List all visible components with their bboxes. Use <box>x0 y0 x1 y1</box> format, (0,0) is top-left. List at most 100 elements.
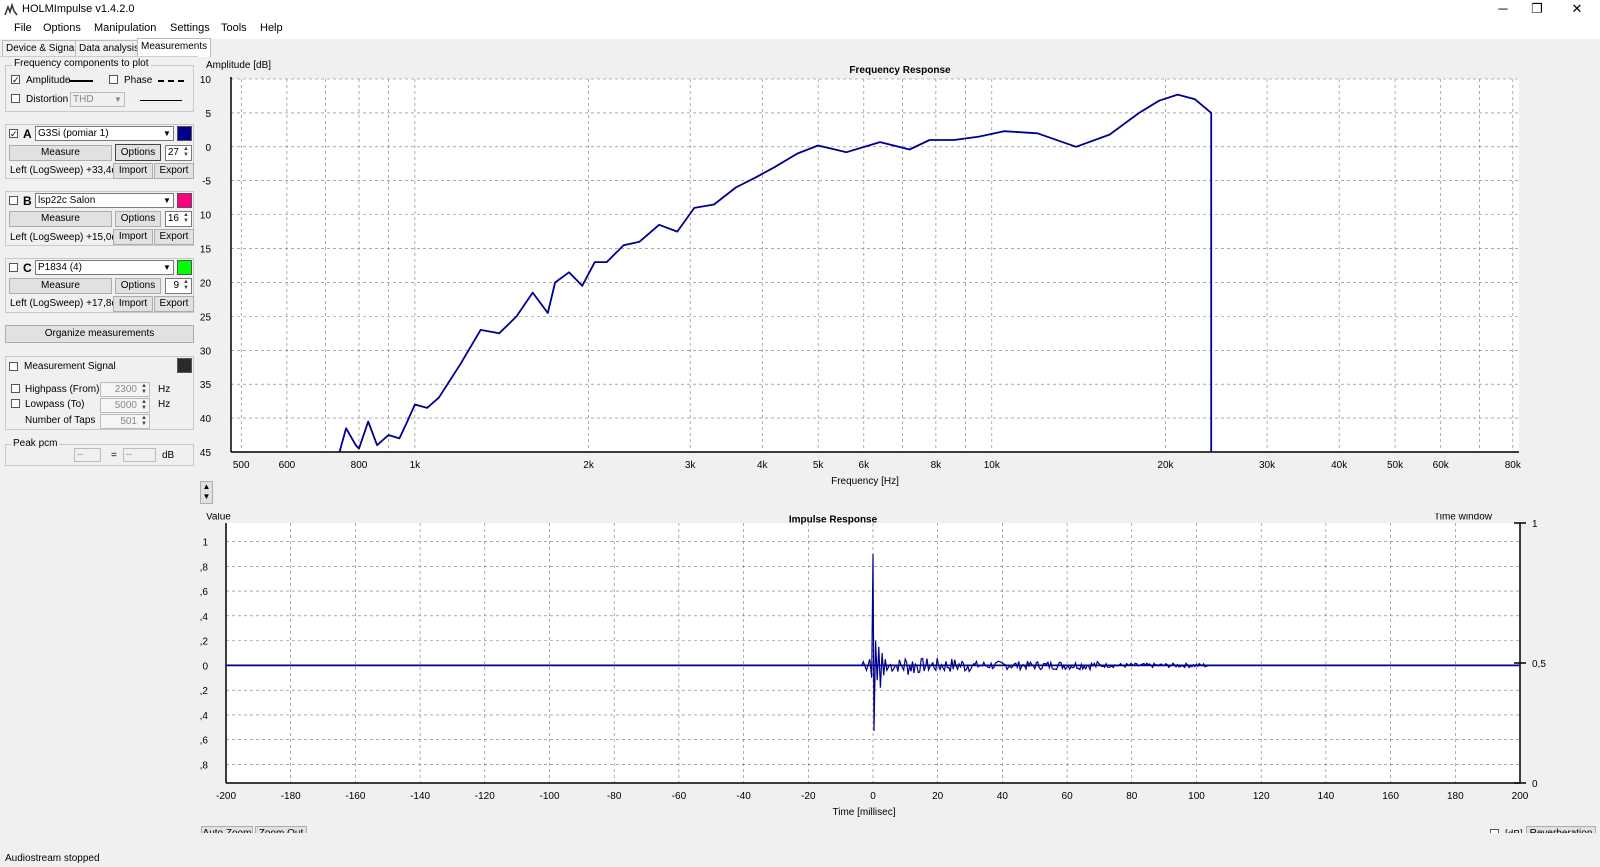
measurement-c-import-button[interactable]: Import <box>113 296 153 312</box>
highpass-label: Highpass (From) <box>25 384 100 395</box>
distortion-checkbox[interactable] <box>11 94 20 103</box>
y-tick-label: -20 <box>200 278 211 289</box>
y-tick-label: 0 <box>202 661 208 672</box>
amplitude-line-sample <box>69 80 93 82</box>
measurement-a-options-button[interactable]: Options <box>115 144 161 161</box>
highpass-checkbox[interactable] <box>11 384 20 393</box>
menu-manipulation[interactable]: Manipulation <box>94 22 156 34</box>
taps-value: 501 <box>120 416 137 427</box>
y-tick-label: 0,4 <box>200 612 208 623</box>
phase-checkbox[interactable] <box>109 75 118 84</box>
y-tick-label: -15 <box>200 245 211 256</box>
highpass-spin[interactable]: 2300 ▲ ▼ <box>100 382 150 397</box>
lowpass-checkbox[interactable] <box>11 399 20 408</box>
y-tick-label: -5 <box>202 177 211 188</box>
chart-title: Impulse Response <box>789 514 878 525</box>
measurement-c-export-button[interactable]: Export <box>154 296 194 312</box>
y-tick-label: 10 <box>200 75 211 86</box>
measurement-a-checkbox[interactable]: ✓ <box>9 129 18 139</box>
y-tick-label: -40 <box>200 414 211 425</box>
measurement-c-checkbox[interactable] <box>9 263 18 272</box>
measurement-signal-color-swatch[interactable] <box>177 358 192 373</box>
measurement-b-export-button[interactable]: Export <box>154 229 194 245</box>
spin-arrows-icon[interactable]: ▲ ▼ <box>181 212 191 226</box>
taps-spin[interactable]: 501 ▲ ▼ <box>100 414 150 429</box>
measurement-b-measure-button[interactable]: Measure <box>9 211 112 227</box>
lowpass-label: Lowpass (To) <box>25 399 85 410</box>
chevron-down-icon: ▼ <box>163 196 171 205</box>
measurement-b-spin[interactable]: 16 ▲ ▼ <box>165 211 192 227</box>
menu-tools[interactable]: Tools <box>221 22 247 34</box>
x-tick-label: 50k <box>1387 460 1404 471</box>
x-tick-label: 40k <box>1331 460 1348 471</box>
spin-arrows-icon[interactable]: ▲ ▼ <box>139 415 149 428</box>
restore-button[interactable]: ❐ <box>1520 0 1554 20</box>
measurement-b-spin-value: 16 <box>167 213 179 224</box>
measurement-signal-checkbox[interactable] <box>9 362 18 371</box>
chevron-down-icon: ▼ <box>114 95 122 104</box>
y-tick-label: 0 <box>205 143 211 154</box>
measurement-a-export-button[interactable]: Export <box>154 163 194 179</box>
measurement-b-checkbox[interactable] <box>9 196 18 205</box>
measurement-c-name-select[interactable]: P1834 (4) ▼ <box>35 260 174 275</box>
measurement-c-color-swatch[interactable] <box>177 260 192 275</box>
measurement-b-options-button[interactable]: Options <box>115 211 161 227</box>
title-bar: HOLMImpulse v1.4.2.0 ─ ❐ ✕ <box>0 0 1600 20</box>
organize-measurements-button[interactable]: Organize measurements <box>5 325 194 343</box>
distortion-label: Distortion <box>26 94 69 105</box>
x-tick-label: -20 <box>801 791 816 802</box>
y-tick-label: 0,2 <box>200 637 208 648</box>
phase-label: Phase <box>124 75 153 86</box>
menu-file[interactable]: File <box>14 22 32 34</box>
impulse-response-chart[interactable]: -200 -180 -160 -140 -120 -100 -80 -60 -40 -20 0 20 4… <box>200 513 1600 833</box>
spin-arrows-icon[interactable]: ▲ ▼ <box>139 399 149 412</box>
x-axis-label: Frequency [Hz] <box>831 476 899 487</box>
menu-settings[interactable]: Settings <box>170 22 210 34</box>
x-tick-label: 2k <box>583 460 595 471</box>
tab-data-analysis[interactable]: Data analysis <box>75 40 144 57</box>
y-tick-label: -35 <box>200 380 211 391</box>
spin-arrows-icon[interactable]: ▲ ▼ <box>139 383 149 396</box>
highpass-unit: Hz <box>158 384 171 395</box>
measurement-a-name-select[interactable]: G3Si (pomiar 1) ▼ <box>35 126 174 141</box>
x-tick-label: -60 <box>672 791 687 802</box>
measurement-c-options-button[interactable]: Options <box>115 278 161 294</box>
close-button[interactable]: ✕ <box>1560 0 1594 20</box>
menu-options[interactable]: Options <box>43 22 81 34</box>
measurement-b-info: Left (LogSweep) +15,0dB <box>10 232 124 243</box>
amplitude-checkbox[interactable]: ✓ <box>11 75 20 85</box>
spin-arrows-icon[interactable]: ▲ ▼ <box>181 279 191 293</box>
peak-equals: = <box>111 450 117 461</box>
menu-help[interactable]: Help <box>260 22 283 34</box>
distortion-select-value: THD <box>73 94 94 105</box>
measurement-a-spin[interactable]: 27 ▲ ▼ <box>165 145 192 161</box>
measurement-a-measure-button[interactable]: Measure <box>9 145 112 161</box>
frequency-response-chart[interactable]: 10 5 0 -5 -10 -15 -20 -25 -30 -35 -40 -45 500 600 800 1… <box>200 59 1600 495</box>
y-tick-label: 1 <box>202 538 208 549</box>
y-tick-label: 5 <box>205 109 211 120</box>
lowpass-spin[interactable]: 5000 ▲ ▼ <box>100 398 150 413</box>
y-tick-label: -0,2 <box>200 686 208 697</box>
measurement-a-color-swatch[interactable] <box>177 126 192 141</box>
y2-tick-label: 0,5 <box>1532 659 1546 670</box>
tab-measurements[interactable]: Measurements <box>137 38 212 57</box>
x-tick-label: -140 <box>410 791 430 802</box>
spin-arrows-icon[interactable]: ▲ ▼ <box>181 146 191 160</box>
measurement-b-name-select[interactable]: lsp22c Salon ▼ <box>35 193 174 208</box>
status-text: Audiostream stopped <box>5 853 100 864</box>
peak-unit: dB <box>162 450 175 461</box>
minimize-button[interactable]: ─ <box>1486 0 1520 20</box>
tab-device-signal[interactable]: Device & Signal <box>2 40 81 57</box>
measurement-b-import-button[interactable]: Import <box>113 229 153 245</box>
measurement-c-measure-button[interactable]: Measure <box>9 278 112 294</box>
x-tick-label: 60 <box>1062 791 1074 802</box>
x-tick-label: -160 <box>345 791 365 802</box>
measurement-a-import-button[interactable]: Import <box>113 163 153 179</box>
x-tick-label: 20k <box>1157 460 1174 471</box>
measurement-c-spin-value: 9 <box>173 280 179 291</box>
y2-tick-label: 0 <box>1532 779 1538 790</box>
measurement-b-color-swatch[interactable] <box>177 193 192 208</box>
distortion-select[interactable]: THD ▼ <box>70 92 125 107</box>
measurement-c-spin[interactable]: 9 ▲ ▼ <box>165 278 192 294</box>
measurement-a-letter: A <box>23 127 32 141</box>
